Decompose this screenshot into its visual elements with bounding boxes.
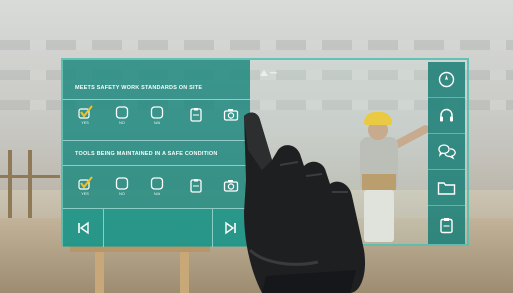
clipboard-icon [440, 217, 453, 233]
chat-button[interactable] [428, 134, 465, 170]
option-no[interactable]: NO [111, 105, 133, 125]
checklist-item-title: TOOLS BEING MAINTAINED IN A SAFE CONDITI… [75, 151, 218, 157]
option-yes[interactable]: YES [74, 176, 96, 196]
option-na[interactable]: N/A [146, 105, 168, 125]
previous-button[interactable] [63, 209, 103, 247]
checked-box-icon [78, 105, 93, 119]
checklist-item-title: MEETS SAFETY WORK STANDARDS ON SITE [75, 85, 203, 91]
safety-checklist: MEETS SAFETY WORK STANDARDS ON SITE YES … [63, 60, 250, 247]
camera-icon [223, 109, 239, 121]
option-label: NO [119, 192, 125, 196]
option-label: N/A [153, 192, 161, 196]
divider [63, 165, 250, 166]
folder-icon [437, 181, 456, 195]
empty-box-icon [115, 106, 129, 119]
next-button[interactable] [211, 209, 251, 247]
chat-icon [438, 144, 456, 160]
building-windows [0, 40, 513, 50]
checked-box-icon [78, 176, 93, 190]
clipboard-icon [190, 108, 202, 122]
skip-forward-icon [225, 221, 236, 235]
camera-button[interactable] [220, 178, 242, 193]
tool-sidebar [428, 62, 465, 244]
option-yes[interactable]: YES [74, 105, 96, 125]
folder-button[interactable] [428, 170, 465, 206]
compass-button[interactable] [428, 62, 465, 98]
scaffold-bar [0, 175, 60, 178]
divider [63, 99, 250, 100]
headset-button[interactable] [428, 98, 465, 134]
notes-button[interactable] [185, 178, 207, 193]
empty-box-icon [150, 106, 164, 119]
navigation-spacer [103, 209, 213, 247]
camera-icon [223, 180, 239, 192]
option-label: NO [119, 121, 125, 125]
option-label: N/A [153, 121, 161, 125]
compass-icon [438, 71, 455, 88]
option-no[interactable]: NO [111, 176, 133, 196]
faint-logo-icon [258, 68, 298, 78]
divider [63, 140, 250, 141]
notes-button[interactable] [185, 107, 207, 122]
checklist-navigation [63, 208, 250, 247]
option-label: YES [81, 121, 89, 125]
empty-box-icon [115, 177, 129, 190]
camera-button[interactable] [220, 107, 242, 122]
skip-back-icon [78, 221, 89, 235]
report-button[interactable] [428, 206, 465, 244]
option-na[interactable]: N/A [146, 176, 168, 196]
clipboard-icon [190, 179, 202, 193]
empty-box-icon [150, 177, 164, 190]
headset-icon [440, 108, 453, 122]
option-label: YES [81, 192, 89, 196]
